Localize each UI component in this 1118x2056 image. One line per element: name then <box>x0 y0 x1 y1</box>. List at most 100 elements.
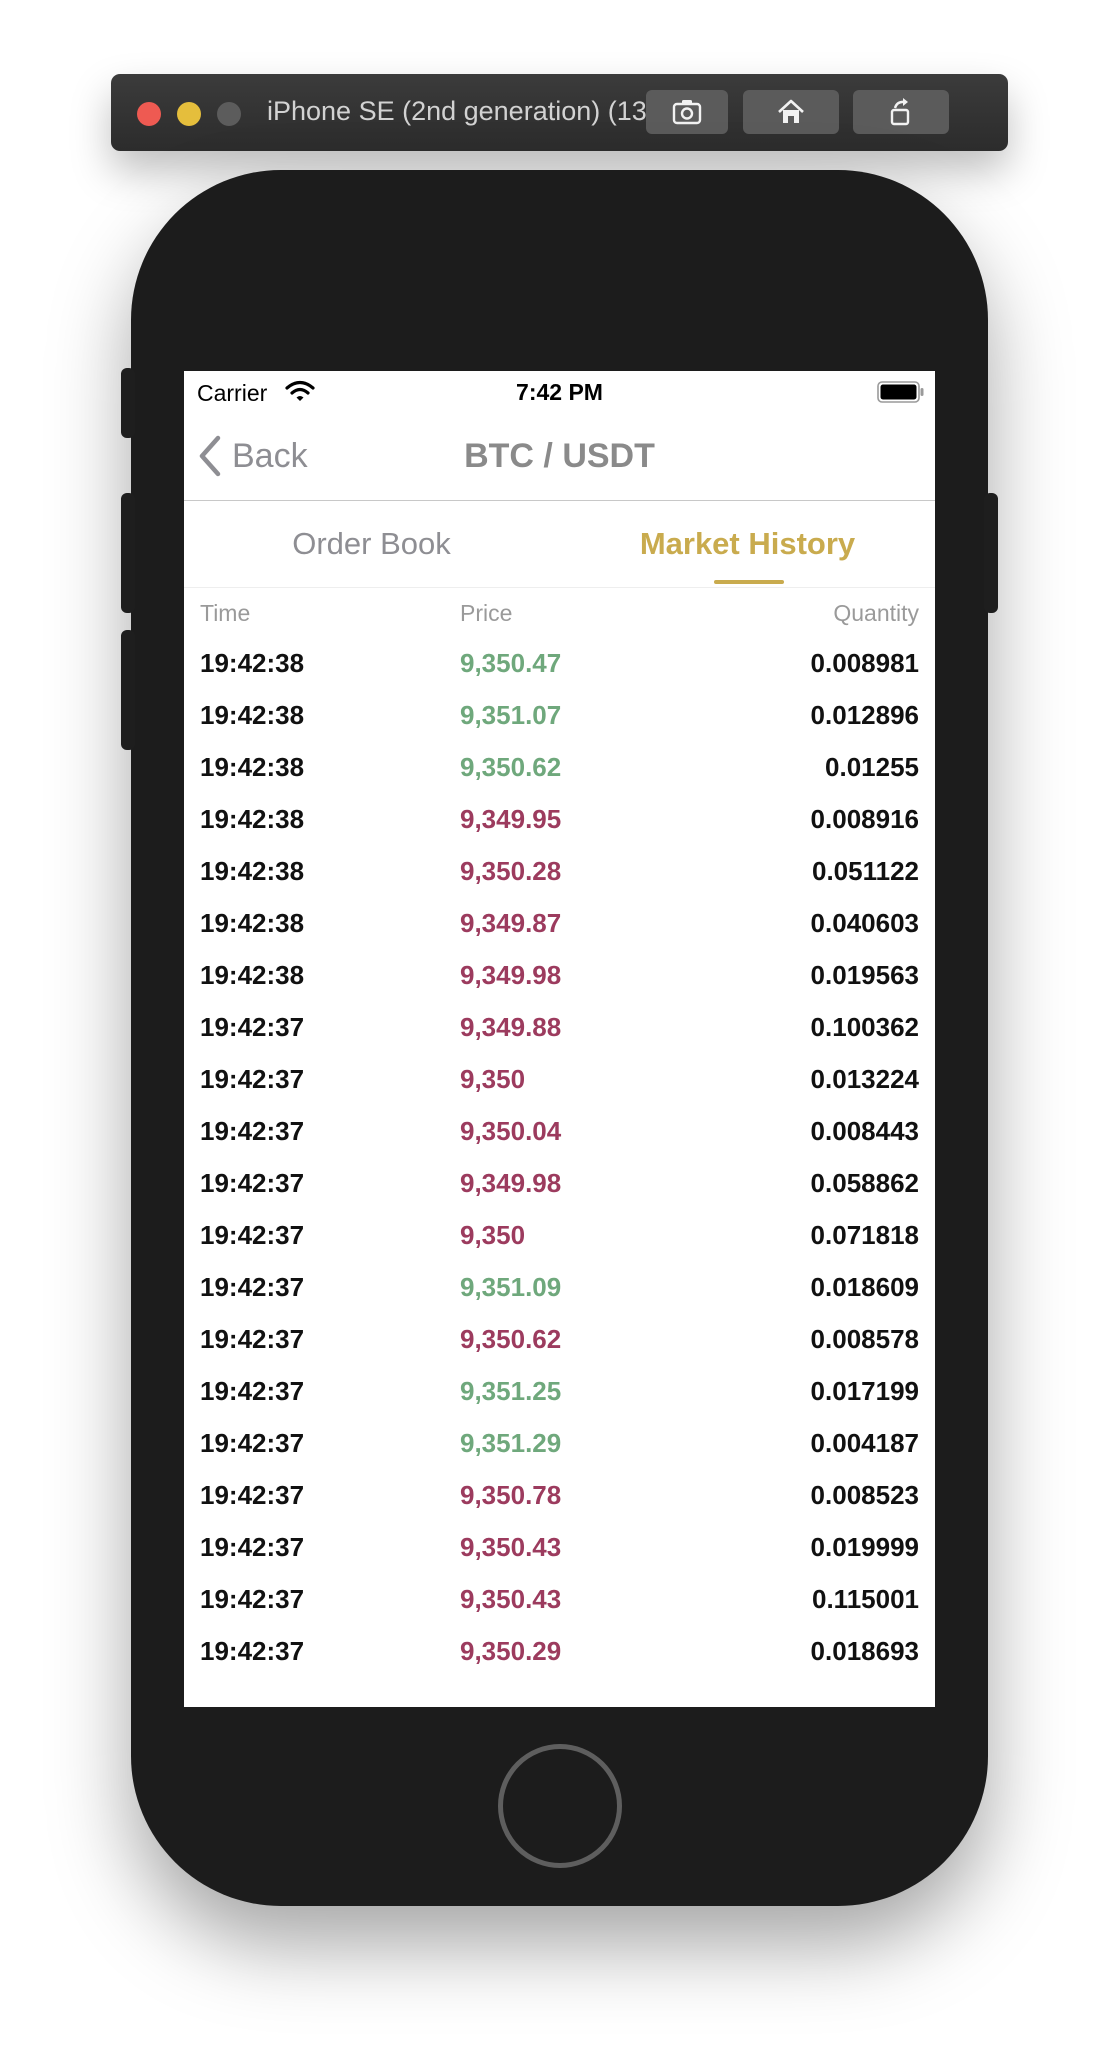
trade-row: 19:42:37 9,349.88 0.100362 <box>184 1004 935 1056</box>
column-headers: Time Price Quantity <box>184 587 935 637</box>
trade-price: 9,350.47 <box>460 648 562 678</box>
trade-time: 19:42:38 <box>200 908 305 938</box>
trade-price: 9,349.87 <box>460 908 562 938</box>
trade-quantity: 0.004187 <box>810 1428 919 1458</box>
trade-list[interactable]: 19:42:38 9,350.47 0.008981 19:42:38 9,351.07… <box>184 640 935 1680</box>
trade-quantity: 0.008916 <box>810 804 919 834</box>
rotate-icon <box>890 98 910 126</box>
trade-row: 19:42:37 9,350.62 0.008578 <box>184 1316 935 1368</box>
trade-price: 9,351.25 <box>460 1376 562 1406</box>
trade-price: 9,350.62 <box>460 752 562 782</box>
trade-time: 19:42:37 <box>200 1428 305 1458</box>
trade-time: 19:42:37 <box>200 1532 305 1562</box>
trade-quantity: 0.051122 <box>811 856 919 886</box>
minimize-window-button[interactable] <box>177 102 201 126</box>
trade-quantity: 0.100362 <box>810 1012 919 1042</box>
trade-time: 19:42:37 <box>200 1220 305 1250</box>
trade-price: 9,350.28 <box>460 856 562 886</box>
trade-price: 9,350.04 <box>460 1116 562 1146</box>
trade-quantity: 0.018693 <box>810 1636 919 1666</box>
segment-tabs: Order Book Market History <box>184 501 935 588</box>
volume-down-button <box>121 630 135 750</box>
trade-price: 9,349.98 <box>460 1168 562 1198</box>
trade-row: 19:42:37 9,350.43 0.019999 <box>184 1524 935 1576</box>
trade-quantity: 0.017199 <box>810 1376 919 1406</box>
trade-price: 9,350.43 <box>460 1584 562 1614</box>
device-home-button[interactable] <box>498 1744 622 1868</box>
trade-quantity: 0.019563 <box>810 960 919 990</box>
trade-time: 19:42:38 <box>200 648 305 678</box>
trade-row: 19:42:37 9,350.43 0.115001 <box>184 1576 935 1628</box>
trade-quantity: 0.019999 <box>810 1532 919 1562</box>
trade-quantity: 0.115001 <box>811 1584 919 1614</box>
trade-time: 19:42:37 <box>200 1584 305 1614</box>
trade-row: 19:42:38 9,349.87 0.040603 <box>184 900 935 952</box>
trade-row: 19:42:37 9,351.09 0.018609 <box>184 1264 935 1316</box>
trade-price: 9,350.29 <box>460 1636 562 1666</box>
trade-price: 9,350 <box>460 1064 526 1094</box>
trade-quantity: 0.013224 <box>810 1064 919 1094</box>
trade-time: 19:42:37 <box>200 1012 305 1042</box>
trade-quantity: 0.012896 <box>810 700 919 730</box>
trade-price: 9,350.62 <box>460 1324 562 1354</box>
trade-row: 19:42:37 9,351.29 0.004187 <box>184 1420 935 1472</box>
trade-price: 9,351.29 <box>460 1428 562 1458</box>
power-button <box>984 493 998 613</box>
close-window-button[interactable] <box>137 102 161 126</box>
trade-time: 19:42:38 <box>200 960 305 990</box>
tab-order-book[interactable]: Order Book <box>184 501 559 587</box>
trade-quantity: 0.071818 <box>810 1220 919 1250</box>
trade-quantity: 0.008443 <box>810 1116 919 1146</box>
trade-time: 19:42:37 <box>200 1376 305 1406</box>
trade-price: 9,350 <box>460 1220 526 1250</box>
trade-time: 19:42:38 <box>200 856 305 886</box>
trade-row: 19:42:38 9,349.95 0.008916 <box>184 796 935 848</box>
trade-price: 9,349.88 <box>460 1012 562 1042</box>
trade-quantity: 0.040603 <box>810 908 919 938</box>
trade-quantity: 0.018609 <box>810 1272 919 1302</box>
selected-tab-indicator <box>714 580 784 584</box>
trade-quantity: 0.008523 <box>810 1480 919 1510</box>
trade-quantity: 0.01255 <box>825 752 919 782</box>
trade-row: 19:42:38 9,350.28 0.051122 <box>184 848 935 900</box>
trade-time: 19:42:37 <box>200 1272 305 1302</box>
trade-row: 19:42:37 9,350.29 0.018693 <box>184 1628 935 1680</box>
trade-quantity: 0.058862 <box>810 1168 919 1198</box>
trade-price: 9,351.09 <box>460 1272 562 1302</box>
status-bar: Carrier 7:42 PM <box>184 371 935 415</box>
column-header-price: Price <box>460 600 513 626</box>
trade-time: 19:42:38 <box>200 700 305 730</box>
trade-time: 19:42:37 <box>200 1636 305 1666</box>
screenshot-button[interactable] <box>646 90 728 134</box>
trade-quantity: 0.008981 <box>810 648 919 678</box>
home-icon <box>778 99 804 123</box>
trade-time: 19:42:37 <box>200 1480 305 1510</box>
column-header-time: Time <box>200 600 251 626</box>
trade-price: 9,349.98 <box>460 960 562 990</box>
volume-up-button <box>121 493 135 613</box>
trade-price: 9,350.78 <box>460 1480 562 1510</box>
camera-icon <box>672 100 702 125</box>
trade-price: 9,351.07 <box>460 700 562 730</box>
trade-time: 19:42:37 <box>200 1064 305 1094</box>
mute-switch <box>121 368 135 438</box>
home-button[interactable] <box>743 90 839 134</box>
app-screen: Carrier 7:42 PM Back BTC / USDT Order Bo… <box>184 371 935 1707</box>
simulator-title: iPhone SE (2nd generation) (13... <box>267 96 667 126</box>
column-header-quantity: Quantity <box>833 600 919 626</box>
trade-time: 19:42:38 <box>200 752 305 782</box>
trade-row: 19:42:38 9,350.62 0.01255 <box>184 744 935 796</box>
battery-icon <box>877 381 924 403</box>
status-time: 7:42 PM <box>516 379 603 405</box>
trade-row: 19:42:37 9,350.78 0.008523 <box>184 1472 935 1524</box>
simulator-title-bar: iPhone SE (2nd generation) (13... <box>111 74 1008 151</box>
trade-time: 19:42:37 <box>200 1168 305 1198</box>
navigation-bar: Back BTC / USDT <box>184 415 935 501</box>
trade-row: 19:42:37 9,350.04 0.008443 <box>184 1108 935 1160</box>
tab-market-history[interactable]: Market History <box>560 501 935 587</box>
trade-row: 19:42:37 9,350 0.071818 <box>184 1212 935 1264</box>
trade-row: 19:42:37 9,350 0.013224 <box>184 1056 935 1108</box>
zoom-window-button[interactable] <box>217 102 241 126</box>
trade-row: 19:42:38 9,349.98 0.019563 <box>184 952 935 1004</box>
rotate-button[interactable] <box>853 90 949 134</box>
